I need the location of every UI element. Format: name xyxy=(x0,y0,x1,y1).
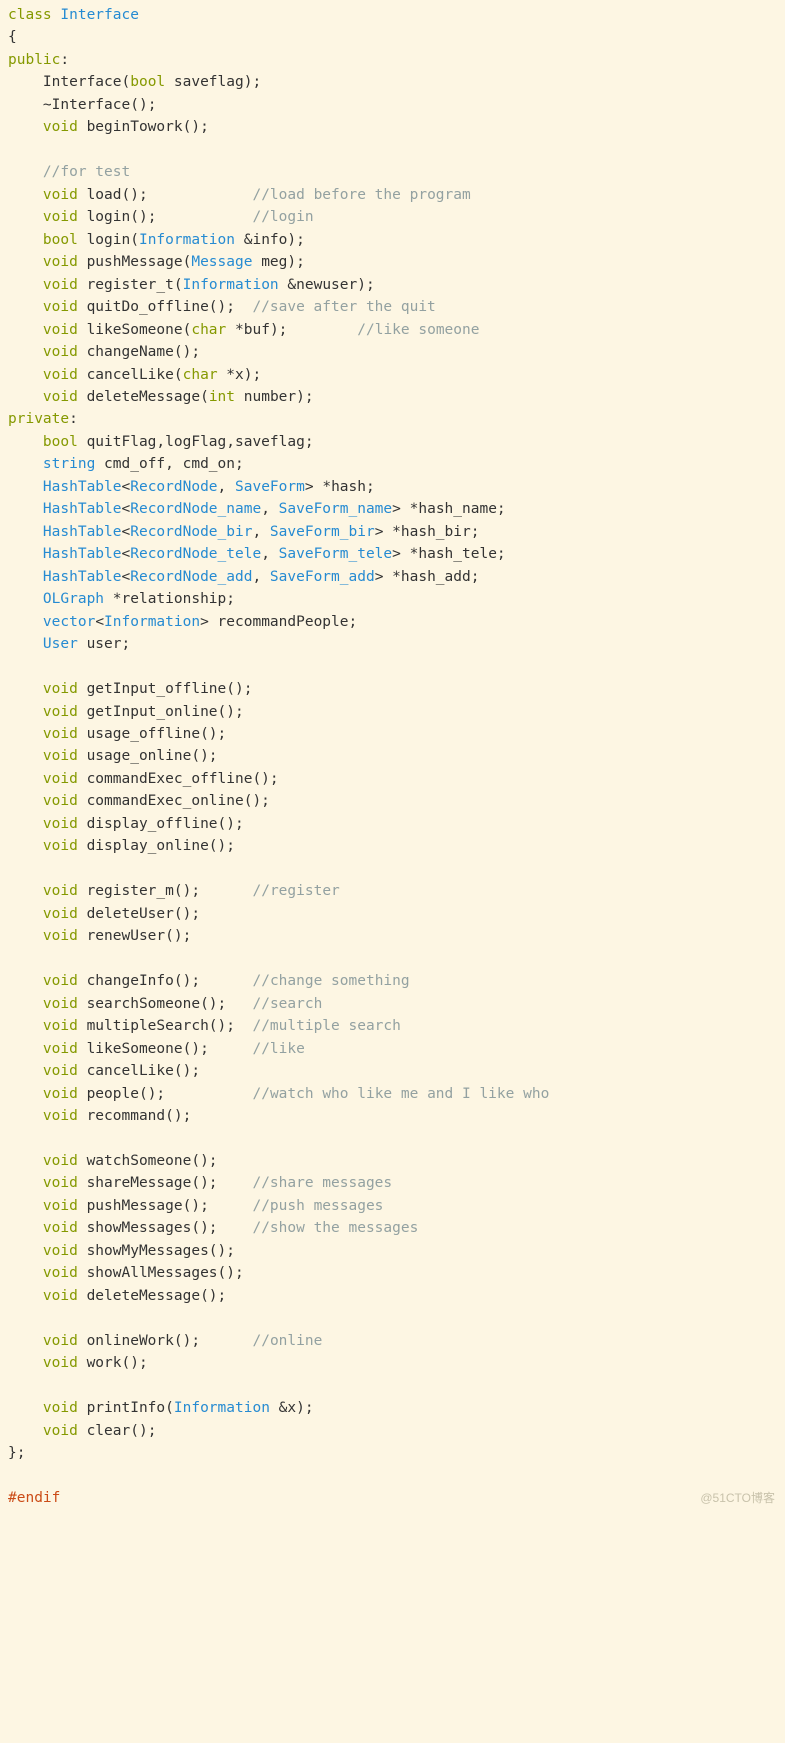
code-line: void likeSomeone(); //like xyxy=(8,1038,777,1060)
code-line: ~Interface(); xyxy=(8,94,777,116)
code-line: void usage_offline(); xyxy=(8,723,777,745)
code-line: void searchSomeone(); //search xyxy=(8,993,777,1015)
code-line: //for test xyxy=(8,161,777,183)
code-line: void deleteMessage(int number); xyxy=(8,386,777,408)
code-line: void commandExec_online(); xyxy=(8,790,777,812)
code-line: void showMyMessages(); xyxy=(8,1240,777,1262)
code-line: OLGraph *relationship; xyxy=(8,588,777,610)
code-line: void showAllMessages(); xyxy=(8,1262,777,1284)
code-line: void quitDo_offline(); //save after the … xyxy=(8,296,777,318)
code-line: void onlineWork(); //online xyxy=(8,1330,777,1352)
code-line: void printInfo(Information &x); xyxy=(8,1397,777,1419)
code-line: void login(); //login xyxy=(8,206,777,228)
code-line: HashTable<RecordNode_name, SaveForm_name… xyxy=(8,498,777,520)
code-line: public: xyxy=(8,49,777,71)
code-line xyxy=(8,1375,777,1397)
code-line: class Interface xyxy=(8,4,777,26)
class-name: Interface xyxy=(60,7,139,23)
code-line: void getInput_online(); xyxy=(8,701,777,723)
code-line: void deleteMessage(); xyxy=(8,1285,777,1307)
code-line: HashTable<RecordNode_bir, SaveForm_bir> … xyxy=(8,521,777,543)
code-line xyxy=(8,1307,777,1329)
code-line xyxy=(8,948,777,970)
code-line: void shareMessage(); //share messages xyxy=(8,1172,777,1194)
code-line xyxy=(8,1464,777,1486)
code-line: void showMessages(); //show the messages xyxy=(8,1217,777,1239)
code-line: void pushMessage(); //push messages xyxy=(8,1195,777,1217)
code-line xyxy=(8,656,777,678)
code-line: void renewUser(); xyxy=(8,925,777,947)
code-line: void getInput_offline(); xyxy=(8,678,777,700)
code-line: void clear(); xyxy=(8,1420,777,1442)
code-line: #endif xyxy=(8,1487,777,1509)
code-line: void cancelLike(); xyxy=(8,1060,777,1082)
code-line: void multipleSearch(); //multiple search xyxy=(8,1015,777,1037)
code-line: string cmd_off, cmd_on; xyxy=(8,453,777,475)
watermark-text: @51CTO博客 xyxy=(700,1489,775,1508)
code-line: void cancelLike(char *x); xyxy=(8,364,777,386)
code-line: void watchSomeone(); xyxy=(8,1150,777,1172)
code-line: void register_t(Information &newuser); xyxy=(8,274,777,296)
comment: //for test xyxy=(43,164,130,180)
code-line: HashTable<RecordNode_add, SaveForm_add> … xyxy=(8,566,777,588)
keyword: class xyxy=(8,7,52,23)
code-line: void display_offline(); xyxy=(8,813,777,835)
code-block: class Interface { public: Interface(bool… xyxy=(8,4,777,1509)
code-line: User user; xyxy=(8,633,777,655)
code-line: void work(); xyxy=(8,1352,777,1374)
code-line: }; xyxy=(8,1442,777,1464)
code-line xyxy=(8,139,777,161)
code-line: private: xyxy=(8,408,777,430)
code-line: HashTable<RecordNode_tele, SaveForm_tele… xyxy=(8,543,777,565)
preprocessor-directive: #endif xyxy=(8,1490,60,1506)
code-line: void commandExec_offline(); xyxy=(8,768,777,790)
code-line: HashTable<RecordNode, SaveForm> *hash; xyxy=(8,476,777,498)
code-line: void likeSomeone(char *buf); //like some… xyxy=(8,319,777,341)
code-line: void usage_online(); xyxy=(8,745,777,767)
code-line: void changeName(); xyxy=(8,341,777,363)
code-line: void beginTowork(); xyxy=(8,116,777,138)
code-line: void changeInfo(); //change something xyxy=(8,970,777,992)
code-line: void display_online(); xyxy=(8,835,777,857)
code-line: { xyxy=(8,26,777,48)
code-line: void deleteUser(); xyxy=(8,903,777,925)
code-line: void people(); //watch who like me and I… xyxy=(8,1083,777,1105)
code-line: vector<Information> recommandPeople; xyxy=(8,611,777,633)
code-line xyxy=(8,1127,777,1149)
code-line: void load(); //load before the program xyxy=(8,184,777,206)
code-line: bool quitFlag,logFlag,saveflag; xyxy=(8,431,777,453)
code-line: Interface(bool saveflag); xyxy=(8,71,777,93)
code-line: void register_m(); //register xyxy=(8,880,777,902)
code-line: void recommand(); xyxy=(8,1105,777,1127)
code-line: void pushMessage(Message meg); xyxy=(8,251,777,273)
code-line xyxy=(8,858,777,880)
code-line: bool login(Information &info); xyxy=(8,229,777,251)
